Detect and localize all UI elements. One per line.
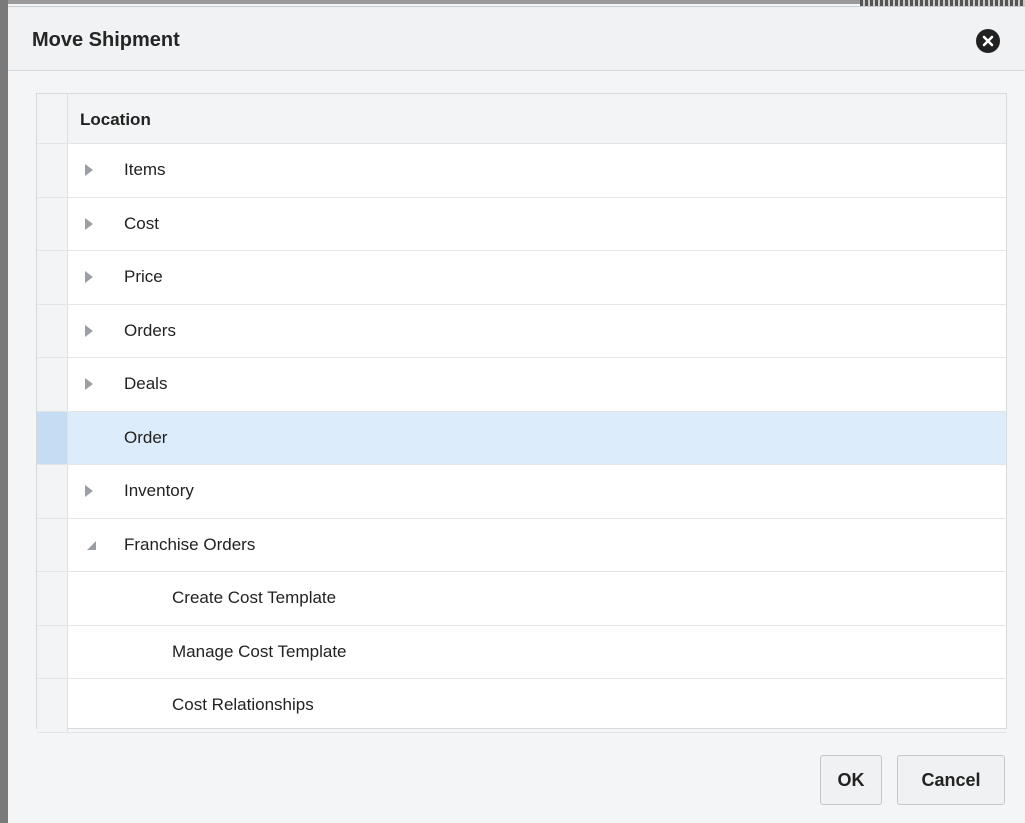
location-column-header[interactable]: Location (68, 94, 1006, 143)
expand-arrow-icon[interactable] (85, 324, 93, 337)
tree-node-cell[interactable]: Manage Cost Template (68, 626, 1006, 679)
row-selector[interactable] (37, 572, 68, 625)
tree-node-cell[interactable]: Price (68, 251, 1006, 304)
row-selector[interactable] (37, 625, 68, 678)
expand-arrow-icon[interactable] (85, 271, 93, 283)
tree-node-cell[interactable]: Cost Relationships (68, 679, 1006, 732)
tree-node-label: Cost Relationships (172, 695, 314, 714)
cancel-button[interactable]: Cancel (897, 755, 1005, 805)
dialog-header: Move Shipment (8, 7, 1025, 71)
tree-row[interactable]: Price (37, 251, 1006, 305)
tree-node-cell[interactable]: Order (68, 411, 1006, 464)
table-header-row: Location (37, 94, 1006, 144)
tree-node-cell[interactable]: Inventory (68, 465, 1006, 518)
expand-arrow-icon[interactable] (85, 378, 93, 390)
tree-node-label: Orders (124, 320, 176, 340)
location-tree-table: Location Items Cost Price Orders Deals Order I… (36, 93, 1007, 733)
tree-row[interactable]: Cost Relationships (37, 679, 1006, 733)
tree-node-cell[interactable]: Items (68, 144, 1006, 197)
tree-node-label: Cost (124, 213, 159, 233)
row-selector[interactable] (37, 465, 68, 518)
tree-node-cell[interactable]: Franchise Orders (68, 519, 1006, 572)
tree-row[interactable]: Cost (37, 197, 1006, 251)
ok-button[interactable]: OK (820, 755, 882, 805)
tree-node-label: Create Cost Template (172, 588, 337, 607)
tree-node-cell[interactable]: Create Cost Template (68, 572, 1006, 625)
tree-node-cell[interactable]: Cost (68, 198, 1006, 251)
expand-arrow-icon[interactable] (85, 485, 93, 497)
tree-node-label: Manage Cost Template (172, 641, 347, 661)
move-shipment-dialog: Move Shipment Location Items Cost Price Ord… (8, 6, 1025, 823)
tree-row[interactable]: Items (37, 144, 1006, 198)
row-selector[interactable] (37, 197, 68, 250)
tree-node-cell[interactable]: Deals (68, 358, 1006, 411)
tree-row[interactable]: Create Cost Template (37, 572, 1006, 626)
row-selector[interactable] (37, 518, 68, 571)
tree-row[interactable]: Inventory (37, 465, 1006, 519)
dialog-title: Move Shipment (32, 29, 180, 51)
row-selector[interactable] (37, 679, 68, 732)
tree-node-cell[interactable]: Orders (68, 305, 1006, 358)
row-selector[interactable] (37, 304, 68, 357)
tree-row[interactable]: Order (37, 411, 1006, 465)
tree-node-label: Deals (124, 374, 168, 393)
tree-node-label: Items (124, 160, 166, 179)
tree-row[interactable]: Orders (37, 304, 1006, 358)
tree-row[interactable]: Manage Cost Template (37, 625, 1006, 679)
tree-node-label: Order (124, 427, 168, 447)
collapse-arrow-icon[interactable] (87, 540, 96, 550)
location-header-label: Location (80, 110, 151, 129)
row-selector[interactable] (37, 144, 68, 197)
tree-row[interactable]: Franchise Orders (37, 518, 1006, 572)
tree-node-label: Price (124, 267, 163, 286)
tree-row[interactable]: Deals (37, 358, 1006, 412)
expand-arrow-icon[interactable] (85, 217, 93, 230)
expand-arrow-icon[interactable] (85, 164, 93, 176)
row-selector[interactable] (37, 358, 68, 411)
close-icon[interactable] (976, 29, 1000, 53)
row-selector-header (37, 94, 68, 143)
row-selector[interactable] (37, 251, 68, 304)
tree-node-label: Inventory (124, 481, 194, 500)
tree-node-label: Franchise Orders (124, 534, 256, 554)
background-page-edge-left (0, 0, 8, 823)
row-selector[interactable] (37, 411, 68, 464)
